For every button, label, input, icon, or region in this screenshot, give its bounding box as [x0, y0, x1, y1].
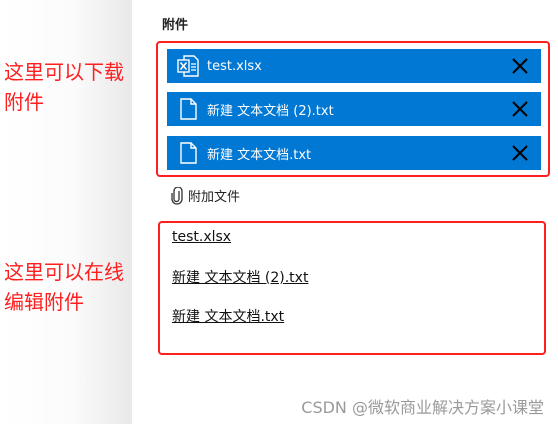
- text-file-icon: [175, 141, 201, 165]
- attachment-item[interactable]: 新建 文本文档 (2).txt: [167, 92, 541, 126]
- attachment-item[interactable]: 新建 文本文档.txt: [167, 136, 541, 170]
- annotation-download-line2: 附件: [4, 90, 44, 114]
- excel-file-icon: [175, 54, 201, 78]
- attach-file-label: 附加文件: [188, 190, 241, 205]
- attachment-name: 新建 文本文档 (2).txt: [207, 103, 334, 119]
- paperclip-icon: [170, 185, 184, 205]
- text-file-icon: [175, 97, 201, 121]
- remove-attachment-icon[interactable]: [509, 142, 531, 164]
- attachment-item[interactable]: test.xlsx: [167, 49, 541, 83]
- attach-file-button[interactable]: 附加文件: [170, 185, 241, 205]
- annotation-edit-line1: 这里可以在线: [4, 260, 124, 284]
- annotation-download-line1: 这里可以下载: [4, 60, 124, 84]
- edit-link-txt-2[interactable]: 新建 文本文档 (2).txt: [172, 267, 308, 287]
- edit-link-txt[interactable]: 新建 文本文档.txt: [172, 306, 284, 326]
- watermark: CSDN @微软商业解决方案小课堂: [301, 398, 544, 417]
- attachments-title: 附件: [162, 18, 189, 33]
- remove-attachment-icon[interactable]: [509, 98, 531, 120]
- attachment-name: 新建 文本文档.txt: [207, 147, 312, 163]
- annotation-edit-line2: 编辑附件: [4, 290, 84, 314]
- edit-link-xlsx[interactable]: test.xlsx: [172, 229, 231, 245]
- remove-attachment-icon[interactable]: [509, 55, 531, 77]
- attachment-name: test.xlsx: [207, 58, 262, 74]
